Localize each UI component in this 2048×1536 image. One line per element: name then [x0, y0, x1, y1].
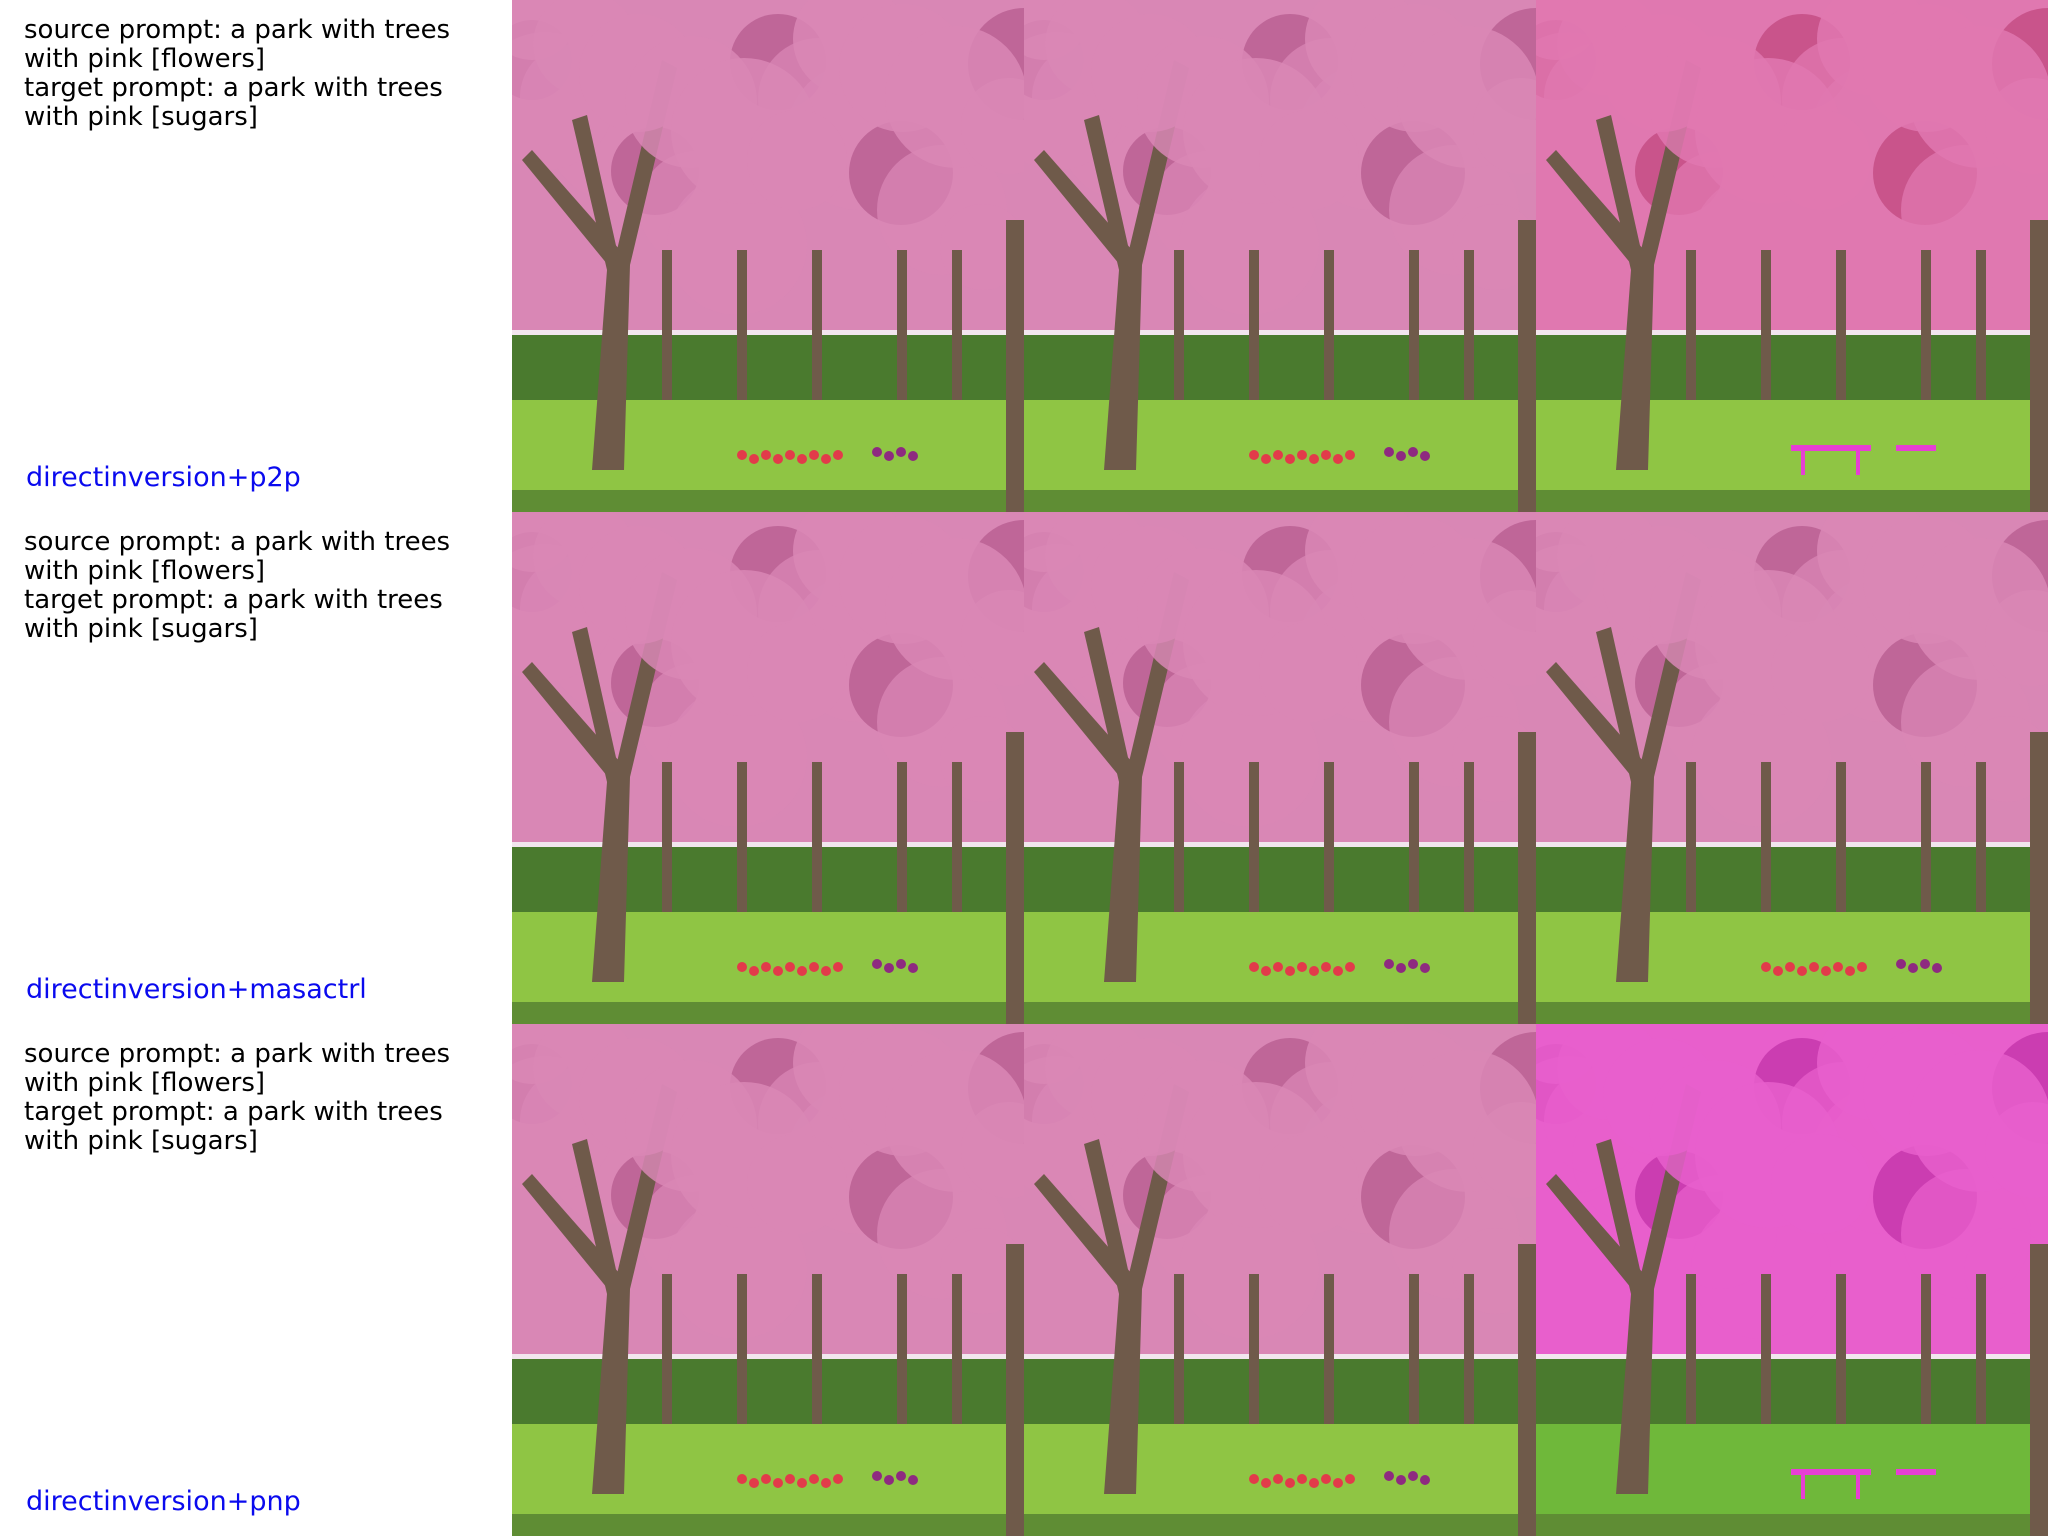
park-photo [512, 0, 1024, 512]
park-photo [1536, 512, 2048, 1024]
prompt-text: source prompt: a park with trees with pi… [24, 16, 504, 132]
source-image [512, 1024, 1024, 1536]
comparison-row: source prompt: a park with trees with pi… [0, 1024, 2048, 1536]
method-label: directinversion+masactrl [26, 974, 367, 1005]
park-photo [1536, 0, 2048, 512]
park-photo [1024, 512, 1536, 1024]
comparison-row: source prompt: a park with trees with pi… [0, 0, 2048, 512]
target-prompt: target prompt: a park with trees with pi… [24, 73, 443, 132]
target-prompt: target prompt: a park with trees with pi… [24, 585, 443, 644]
reconstruction-image [1024, 512, 1536, 1024]
park-photo [512, 1024, 1024, 1536]
edited-image [1536, 512, 2048, 1024]
prompt-text: source prompt: a park with trees with pi… [24, 1040, 504, 1156]
comparison-row: source prompt: a park with trees with pi… [0, 512, 2048, 1024]
edited-image [1536, 0, 2048, 512]
method-label: directinversion+pnp [26, 1486, 301, 1517]
park-photo [1536, 1024, 2048, 1536]
method-label: directinversion+p2p [26, 462, 301, 493]
row-label-column: source prompt: a park with trees with pi… [0, 1024, 512, 1536]
park-photo [1024, 1024, 1536, 1536]
source-image [512, 0, 1024, 512]
park-photo [512, 512, 1024, 1024]
source-prompt: source prompt: a park with trees with pi… [24, 15, 451, 74]
target-prompt: target prompt: a park with trees with pi… [24, 1097, 443, 1156]
row-label-column: source prompt: a park with trees with pi… [0, 0, 512, 512]
park-photo [1024, 0, 1536, 512]
prompt-text: source prompt: a park with trees with pi… [24, 528, 504, 644]
row-label-column: source prompt: a park with trees with pi… [0, 512, 512, 1024]
edited-image [1536, 1024, 2048, 1536]
source-prompt: source prompt: a park with trees with pi… [24, 527, 451, 586]
source-image [512, 512, 1024, 1024]
reconstruction-image [1024, 0, 1536, 512]
reconstruction-image [1024, 1024, 1536, 1536]
source-prompt: source prompt: a park with trees with pi… [24, 1039, 451, 1098]
